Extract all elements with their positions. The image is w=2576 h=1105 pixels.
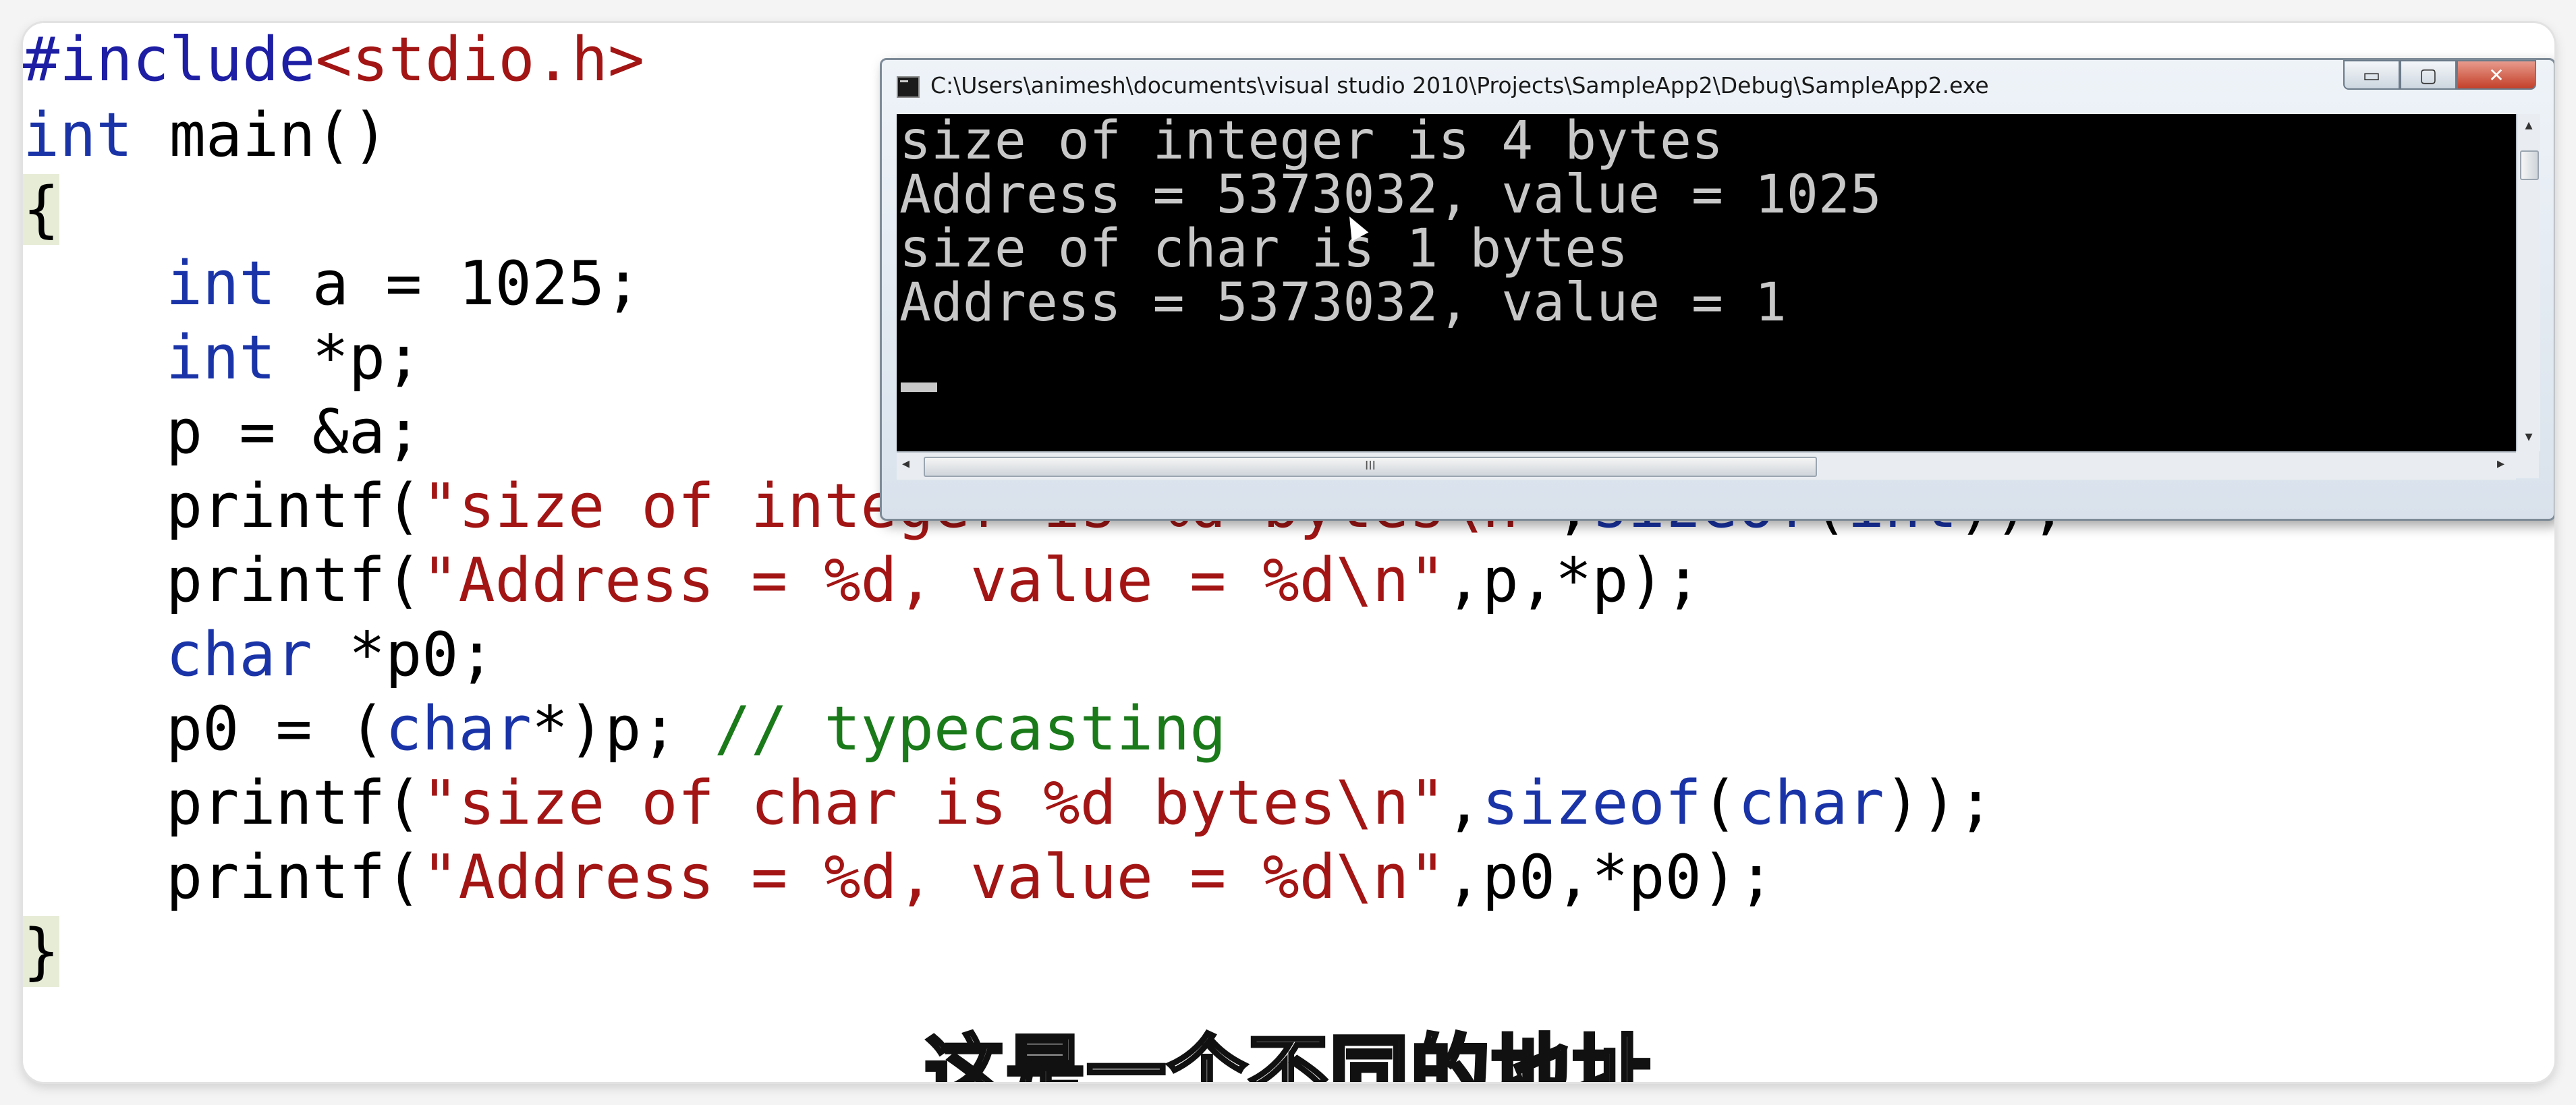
code-line-3: { bbox=[23, 173, 60, 247]
scroll-right-icon[interactable]: ▸ bbox=[2497, 455, 2504, 472]
code-text: p0 = ( bbox=[166, 693, 386, 764]
console-line-3: size of char is 1 bytes bbox=[899, 219, 1629, 279]
code-text: *)p; bbox=[531, 693, 715, 764]
code-text: ( bbox=[1701, 768, 1738, 839]
console-line-2: Address = 5373032, value = 1025 bbox=[899, 165, 1882, 225]
console-titlebar[interactable]: C:\Users\animesh\documents\visual studio… bbox=[882, 60, 2554, 114]
keyword-char: char bbox=[385, 693, 532, 764]
keyword-char: char bbox=[166, 619, 312, 690]
code-text: , bbox=[1445, 768, 1482, 839]
code-text: printf( bbox=[166, 842, 422, 913]
code-line-4: int a = 1025; bbox=[166, 247, 641, 321]
include-directive: #include bbox=[23, 24, 316, 95]
code-line-8: printf("Address = %d, value = %d\n",p,*p… bbox=[166, 544, 1702, 618]
code-line-11: printf("size of char is %d bytes\n",size… bbox=[166, 766, 1994, 841]
console-line-4: Address = 5373032, value = 1 bbox=[899, 273, 1787, 333]
code-text: p = &a; bbox=[166, 397, 422, 468]
keyword-int: int bbox=[23, 100, 133, 171]
keyword-sizeof: sizeof bbox=[1482, 768, 1702, 839]
scroll-left-icon[interactable]: ◂ bbox=[902, 455, 909, 472]
maximize-icon: ▢ bbox=[2419, 64, 2438, 86]
console-title: C:\Users\animesh\documents\visual studio… bbox=[930, 72, 1989, 98]
code-line-10: p0 = (char*)p; // typecasting bbox=[166, 692, 1226, 766]
console-output[interactable]: size of integer is 4 bytes Address = 537… bbox=[897, 114, 2516, 451]
horizontal-scrollbar[interactable]: ◂ III ▸ bbox=[897, 451, 2516, 480]
open-brace: { bbox=[23, 174, 60, 245]
code-line-12: printf("Address = %d, value = %d\n",p0,*… bbox=[166, 841, 1774, 915]
grip-icon: III bbox=[1365, 459, 1376, 473]
code-text: )); bbox=[1884, 768, 1994, 839]
keyword-char: char bbox=[1737, 768, 1884, 839]
include-header: <stdio.h> bbox=[315, 24, 645, 95]
code-line-9: char *p0; bbox=[166, 618, 495, 692]
console-line-1: size of integer is 4 bytes bbox=[899, 111, 1723, 171]
code-text: printf( bbox=[166, 471, 422, 542]
keyword-int: int bbox=[166, 248, 276, 319]
code-text: printf( bbox=[166, 545, 422, 616]
minimize-button[interactable]: ▭ bbox=[2343, 60, 2400, 90]
minimize-icon: ▭ bbox=[2362, 64, 2381, 86]
string-literal: "Address = %d, value = %d\n" bbox=[422, 842, 1446, 913]
resize-grip[interactable] bbox=[2516, 451, 2539, 478]
code-text: a = 1025; bbox=[275, 248, 642, 319]
code-line-5: int *p; bbox=[166, 321, 422, 395]
main-signature: main() bbox=[132, 100, 389, 171]
code-line-2: int main() bbox=[23, 98, 389, 173]
scroll-down-icon[interactable]: ▾ bbox=[2517, 428, 2540, 445]
code-line-6: p = &a; bbox=[166, 395, 422, 470]
code-text: printf( bbox=[166, 768, 422, 839]
scroll-up-icon[interactable]: ▴ bbox=[2517, 117, 2540, 134]
horizontal-scroll-thumb[interactable]: III bbox=[924, 457, 1817, 477]
close-icon: ✕ bbox=[2488, 64, 2504, 86]
string-literal: "Address = %d, value = %d\n" bbox=[422, 545, 1446, 616]
code-text: ,p,*p); bbox=[1445, 545, 1702, 616]
code-text: ,p0,*p0); bbox=[1445, 842, 1775, 913]
maximize-button[interactable]: ▢ bbox=[2400, 60, 2457, 90]
string-literal: "size of char is %d bytes\n" bbox=[422, 768, 1446, 839]
close-brace: } bbox=[23, 916, 60, 987]
vertical-scroll-thumb[interactable] bbox=[2520, 150, 2539, 180]
video-subtitle: 这是一个不同的地址 bbox=[922, 1025, 1653, 1083]
console-window[interactable]: C:\Users\animesh\documents\visual studio… bbox=[880, 58, 2554, 521]
close-button[interactable]: ✕ bbox=[2457, 60, 2536, 90]
code-comment: // typecasting bbox=[714, 693, 1227, 764]
text-cursor bbox=[901, 382, 937, 392]
console-app-icon[interactable] bbox=[897, 76, 920, 98]
vertical-scrollbar[interactable]: ▴ ▾ bbox=[2516, 114, 2540, 451]
code-line-1: #include<stdio.h> bbox=[23, 23, 644, 97]
code-text: *p; bbox=[275, 322, 422, 393]
code-line-13: } bbox=[23, 915, 60, 989]
video-frame: #include<stdio.h> int main() { int a = 1… bbox=[23, 23, 2554, 1082]
code-text: *p0; bbox=[312, 619, 495, 690]
keyword-int: int bbox=[166, 322, 276, 393]
